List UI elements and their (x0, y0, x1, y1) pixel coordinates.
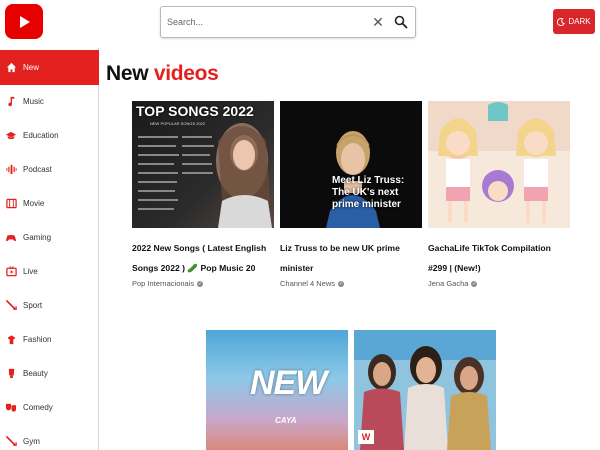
sidebar-item-label: Music (23, 97, 44, 106)
channel-row: Channel 4 News ✓ (280, 279, 422, 288)
sidebar-item-label: Gym (23, 437, 40, 446)
video-card[interactable]: NEW CAYA (206, 330, 348, 450)
video-title[interactable]: Liz Truss to be new UK prime minister (280, 238, 422, 278)
video-card[interactable]: Meet Liz Truss: The UK's next prime mini… (280, 101, 422, 288)
sidebar-item-label: New (23, 63, 40, 72)
sidebar-item-gym[interactable]: Gym (0, 424, 99, 450)
video-thumbnail[interactable] (428, 101, 570, 228)
dark-mode-button[interactable]: DARK (553, 9, 595, 34)
sidebar: New Music Education Podcast Movie Gaming (0, 48, 99, 450)
comedy-icon (5, 402, 17, 414)
search-input[interactable] (167, 13, 357, 31)
thumbnail-subheading: CAYA (275, 416, 297, 425)
verified-icon: ✓ (471, 280, 478, 287)
sidebar-item-label: Fashion (23, 335, 52, 344)
home-icon (5, 62, 17, 74)
page-title: New videos (106, 62, 219, 86)
dumbbell-icon (5, 436, 17, 448)
live-tv-icon (5, 266, 17, 278)
thumbnail-art (428, 101, 570, 228)
hanger-icon (5, 334, 17, 346)
graduation-cap-icon (5, 130, 17, 142)
sidebar-item-movie[interactable]: Movie (0, 186, 99, 221)
logo-button[interactable] (5, 4, 43, 39)
channel-row: Jena Gacha ✓ (428, 279, 570, 288)
thumbnail-heading: TOP SONGS 2022 (136, 103, 254, 119)
sidebar-item-sport[interactable]: Sport (0, 288, 99, 323)
sidebar-item-music[interactable]: Music (0, 84, 99, 119)
sidebar-item-new[interactable]: New (0, 50, 99, 85)
play-icon (20, 15, 30, 28)
sidebar-item-beauty[interactable]: Beauty (0, 356, 99, 391)
sidebar-item-label: Comedy (23, 403, 53, 412)
label-logo: W (358, 430, 374, 444)
sidebar-item-label: Movie (23, 199, 45, 208)
thumbnail-art (354, 330, 496, 450)
sidebar-item-label: Podcast (23, 165, 52, 174)
sidebar-item-label: Beauty (23, 369, 48, 378)
movie-icon (5, 198, 17, 210)
sidebar-item-gaming[interactable]: Gaming (0, 220, 99, 255)
sidebar-item-label: Gaming (23, 233, 52, 242)
sidebar-item-label: Sport (23, 301, 43, 310)
search-icon[interactable] (394, 15, 408, 29)
sidebar-item-podcast[interactable]: Podcast (0, 152, 99, 187)
video-card[interactable]: TOP SONGS 2022 NEW POPULAR SONGS 2022 20… (132, 101, 274, 288)
sidebar-item-education[interactable]: Education (0, 118, 99, 153)
video-thumbnail[interactable]: NEW CAYA (206, 330, 348, 450)
podcast-icon (5, 164, 17, 176)
clear-icon[interactable]: ✕ (371, 15, 385, 29)
sidebar-item-fashion[interactable]: Fashion (0, 322, 99, 357)
sidebar-item-label: Education (23, 131, 59, 140)
page-title-accent: videos (153, 62, 219, 85)
video-title[interactable]: 2022 New Songs ( Latest English Songs 20… (132, 238, 274, 278)
gamepad-icon (5, 232, 17, 244)
channel-name[interactable]: Pop Internacionais (132, 279, 194, 288)
music-note-icon (5, 96, 17, 108)
video-card[interactable]: GachaLife TikTok Compilation #299 | (New… (428, 101, 570, 288)
thumbnail-heading: NEW (250, 364, 327, 402)
sidebar-item-comedy[interactable]: Comedy (0, 390, 99, 425)
verified-icon: ✓ (338, 280, 345, 287)
video-card[interactable]: W (354, 330, 496, 450)
dark-mode-label: DARK (568, 17, 591, 26)
sport-icon (5, 300, 17, 312)
beauty-icon (5, 368, 17, 380)
search-box: ✕ (160, 6, 416, 38)
channel-row: Pop Internacionais ✓ (132, 279, 274, 288)
moon-icon (557, 17, 566, 26)
top-bar: ✕ DARK (0, 0, 600, 47)
channel-name[interactable]: Jena Gacha (428, 279, 468, 288)
video-thumbnail[interactable]: TOP SONGS 2022 NEW POPULAR SONGS 2022 (132, 101, 274, 228)
video-thumbnail[interactable]: Meet Liz Truss: The UK's next prime mini… (280, 101, 422, 228)
sidebar-item-label: Live (23, 267, 38, 276)
verified-icon: ✓ (197, 280, 204, 287)
video-thumbnail[interactable]: W (354, 330, 496, 450)
page-title-word: New (106, 62, 149, 85)
sidebar-item-live[interactable]: Live (0, 254, 99, 289)
video-title[interactable]: GachaLife TikTok Compilation #299 | (New… (428, 238, 570, 278)
thumbnail-subheading: NEW POPULAR SONGS 2022 (150, 121, 206, 126)
channel-name[interactable]: Channel 4 News (280, 279, 335, 288)
thumbnail-heading: Meet Liz Truss: The UK's next prime mini… (332, 175, 405, 210)
